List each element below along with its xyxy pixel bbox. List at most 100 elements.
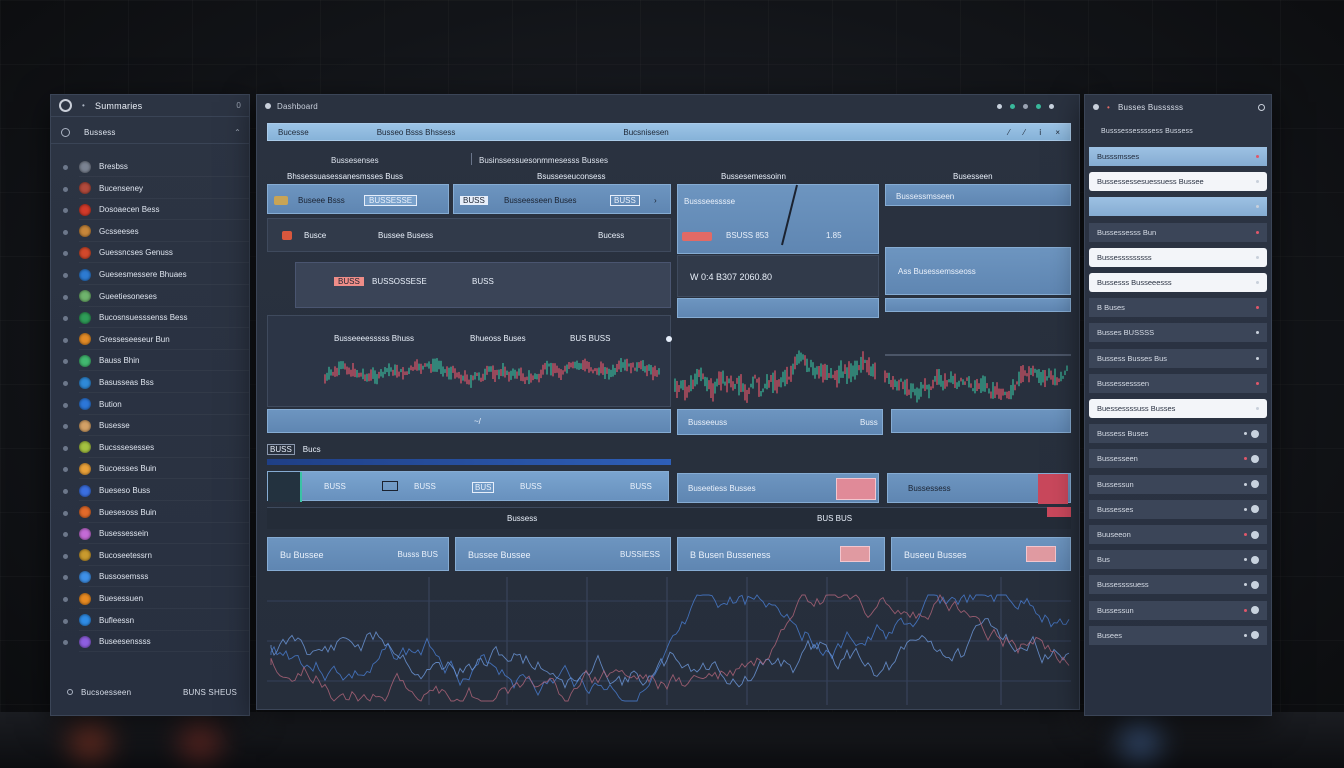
sidebar-item[interactable]: Bueseso Buss	[79, 481, 249, 501]
sidebar-item[interactable]: Gcsseeses	[79, 222, 249, 242]
row-actions	[1256, 356, 1259, 360]
bullet-icon	[63, 165, 68, 170]
avatar-icon[interactable]	[1251, 606, 1259, 615]
avatar-icon[interactable]	[1251, 580, 1259, 589]
avatar-icon[interactable]	[1251, 505, 1259, 514]
sidebar-item-label: Busessessein	[99, 529, 149, 539]
avatar-icon[interactable]	[1251, 480, 1259, 489]
status-dot-icon	[1256, 407, 1259, 410]
sidebar-item[interactable]: Dosoaecen Bess	[79, 200, 249, 221]
sidebar-item[interactable]: Guessncses Genuss	[79, 243, 249, 264]
sidebar-item[interactable]: Bucsssesesses	[79, 438, 249, 458]
avatar-icon[interactable]	[1251, 454, 1259, 463]
sidebar-item[interactable]: Basusseas Bss	[79, 373, 249, 393]
bullet-icon	[63, 273, 68, 278]
avatar-icon[interactable]	[1251, 631, 1259, 640]
sidebar-item[interactable]: Busessessein	[79, 524, 249, 545]
right-list-row[interactable]: Bussess Buses	[1089, 424, 1267, 444]
settings-icon[interactable]	[1258, 103, 1265, 111]
category-icon	[79, 419, 91, 432]
sidebar-item-label: Bucoesses Buin	[99, 464, 157, 474]
sidebar-item[interactable]: Bauss Bhin	[79, 351, 249, 372]
sidebar-item[interactable]: Bufleessn	[79, 611, 249, 631]
status-dot-icon	[1256, 255, 1259, 259]
bullet-icon	[63, 208, 68, 214]
bullet-icon	[63, 553, 68, 559]
right-list-row[interactable]: Buessessssuss Busses	[1089, 399, 1267, 418]
sidebar-item[interactable]: Buseesenssss	[79, 632, 249, 653]
sidebar-item[interactable]: Bucoesses Buin	[79, 459, 249, 480]
sidebar-item[interactable]: Gueetiesoneses	[79, 287, 249, 307]
category-icon	[79, 527, 91, 540]
right-list-row[interactable]: B Buses	[1089, 298, 1267, 318]
sidebar-item-label: Bucenseney	[99, 183, 144, 193]
footer-left[interactable]: Bucsoesseen	[81, 688, 131, 697]
settings-icon	[61, 127, 70, 137]
sidebar-subheader[interactable]: Bussess ⌃	[61, 123, 241, 141]
bullet-icon	[63, 467, 68, 473]
left-sidebar: • Summaries 0 Bussess ⌃ Bresbss Bucensene…	[50, 94, 250, 716]
chart-series	[270, 594, 1070, 702]
avatar-icon[interactable]	[1251, 555, 1259, 564]
sidebar-item[interactable]: Buesesoss Buin	[79, 503, 249, 523]
right-list-label: Busees	[1097, 630, 1123, 640]
avatar-icon[interactable]	[1251, 530, 1259, 539]
footer-icon	[67, 689, 73, 695]
row-actions	[1256, 407, 1259, 410]
right-list-row[interactable]: Busees	[1089, 625, 1267, 645]
footer-right[interactable]: BUNS SHEUS	[183, 688, 237, 697]
right-list-label: Bussessesss Bun	[1097, 227, 1157, 237]
right-list-row[interactable]: Bussesses	[1089, 499, 1267, 519]
sidebar-item[interactable]: Bresbss	[79, 157, 249, 177]
sidebar-item[interactable]: Busesse	[79, 416, 249, 437]
right-list-row[interactable]: Bussessesss Bun	[1089, 222, 1267, 242]
right-list-row[interactable]: Busssmsses	[1089, 147, 1267, 166]
sidebar-item[interactable]: Bussosemsss	[79, 567, 249, 588]
right-list-row[interactable]: Bussessun	[1089, 474, 1267, 494]
avatar-icon[interactable]	[1251, 429, 1259, 438]
right-list-label: Busses BUSSSS	[1097, 328, 1155, 338]
status-dot-icon	[1256, 155, 1259, 158]
app-logo-icon[interactable]	[59, 99, 72, 112]
right-list-row[interactable]	[1089, 197, 1267, 217]
category-icon	[79, 441, 91, 454]
right-list-row[interactable]: Bussesssssssss	[1089, 247, 1267, 267]
bullet-icon	[63, 489, 68, 494]
category-icon	[79, 268, 91, 281]
right-list-label: Bussesss Busseeesss	[1097, 278, 1172, 287]
row-actions	[1256, 255, 1259, 259]
right-title: Busses Bussssss	[1118, 102, 1184, 112]
sidebar-item[interactable]: Guesesmessere Bhuaes	[79, 265, 249, 285]
status-dot-icon	[1244, 457, 1247, 461]
category-icon	[79, 506, 91, 519]
sidebar-item[interactable]: Bution	[79, 395, 249, 415]
right-list-row[interactable]: Bussessun	[1089, 600, 1267, 620]
right-list-row[interactable]: Bussessssuess	[1089, 575, 1267, 595]
chevron-up-icon[interactable]: ⌃	[234, 128, 241, 137]
sidebar-item[interactable]: Buesessuen	[79, 589, 249, 609]
sidebar-item[interactable]: Gresseseeseur Bun	[79, 330, 249, 350]
row-actions	[1244, 454, 1259, 463]
right-list-row[interactable]: Bussesss Busseeesss	[1089, 273, 1267, 292]
right-list-row[interactable]: Busses BUSSSS	[1089, 323, 1267, 343]
right-list-row[interactable]: Bussessessesuessuess Bussee	[1089, 172, 1267, 192]
row-actions	[1256, 331, 1259, 335]
status-dot-icon	[1256, 281, 1259, 284]
status-dot-icon	[1256, 205, 1259, 209]
right-list-row[interactable]: Buuseeon	[1089, 525, 1267, 544]
sidebar-item[interactable]: Bucenseney	[79, 179, 249, 199]
right-list-label: Bussessessesuessuess Bussee	[1097, 177, 1204, 187]
right-list-row[interactable]: Bussesseen	[1089, 449, 1267, 469]
divider	[51, 143, 249, 144]
bullet-icon	[63, 381, 68, 386]
right-list-row[interactable]: Bus	[1089, 550, 1267, 570]
sidebar-item-label: Buesesoss Buin	[99, 507, 157, 517]
sidebar-item[interactable]: Bucoseetessrn	[79, 546, 249, 566]
status-dot-icon	[1244, 608, 1247, 612]
sidebar-title: Summaries	[95, 100, 143, 111]
right-list-row[interactable]: Bussessesssen	[1089, 373, 1267, 393]
sidebar-item[interactable]: Bucosnsuesssenss Bess	[79, 308, 249, 329]
row-actions	[1244, 606, 1259, 615]
right-list-row[interactable]: Bussess Busses Bus	[1089, 348, 1267, 368]
row-actions	[1256, 381, 1259, 385]
